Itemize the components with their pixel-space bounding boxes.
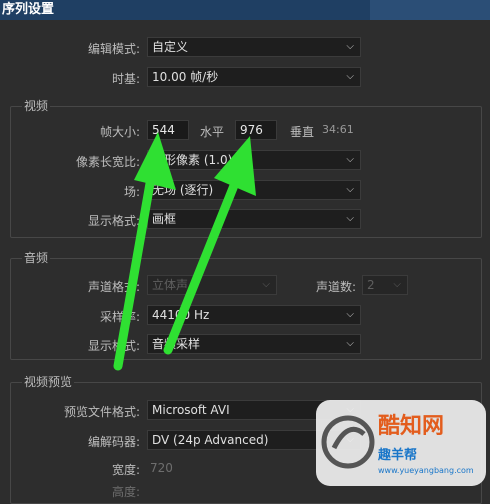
channel-format-value: 立体声: [152, 278, 189, 292]
preview-file-format-label: 预览文件格式:: [63, 405, 140, 419]
channels-select: 2 ⌵: [362, 275, 408, 295]
chevron-down-icon: ⌵: [393, 279, 401, 290]
watermark-url: www.yueyangbang.com: [378, 466, 474, 475]
horizontal-label: 水平: [200, 125, 225, 139]
preview-width-label: 宽度:: [111, 463, 140, 477]
audio-display-format-value: 音频采样: [152, 337, 201, 351]
chevron-down-icon: ⌵: [346, 309, 354, 320]
timebase-select[interactable]: 10.00 帧/秒 ⌵: [147, 67, 361, 87]
channel-format-select: 立体声 ⌵: [147, 275, 277, 295]
watermark: 酷知网 趣羊帮 www.yueyangbang.com: [316, 400, 486, 486]
chevron-down-icon: ⌵: [346, 154, 354, 165]
preview-height-label: 高度:: [111, 485, 140, 499]
chevron-down-icon: ⌵: [346, 71, 354, 82]
aspect-ratio-value: 34:61: [322, 123, 354, 136]
watermark-brand: 酷知网: [378, 414, 445, 439]
fields-value: 无场 (逐行): [152, 183, 214, 197]
timebase-value: 10.00 帧/秒: [152, 70, 219, 84]
channels-label: 声道数:: [315, 280, 356, 294]
sample-rate-select[interactable]: 44100 Hz ⌵: [147, 305, 361, 325]
sample-rate-label: 采样率:: [99, 310, 140, 324]
audio-section-label: 音频: [22, 249, 51, 266]
chevron-down-icon: ⌵: [346, 41, 354, 52]
title-bar-strip: [370, 0, 490, 20]
fields-label: 场:: [123, 185, 140, 199]
frame-height-input[interactable]: 976: [235, 120, 277, 140]
dialog-title-bar: 序列设置: [0, 0, 490, 20]
audio-display-format-select[interactable]: 音频采样 ⌵: [147, 334, 361, 354]
codec-label: 编解码器:: [87, 435, 140, 449]
chevron-down-icon: ⌵: [346, 338, 354, 349]
editing-mode-select[interactable]: 自定义 ⌵: [147, 37, 361, 57]
channel-format-label: 声道格式:: [87, 280, 140, 294]
vertical-label: 垂直: [290, 125, 315, 139]
frame-size-label: 帧大小:: [99, 125, 140, 139]
preview-file-format-value: Microsoft AVI: [152, 403, 230, 417]
video-display-format-value: 画框: [152, 212, 177, 226]
audio-display-format-label: 显示格式:: [87, 339, 140, 353]
chevron-down-icon: ⌵: [262, 279, 270, 290]
frame-width-input[interactable]: 544: [147, 120, 189, 140]
pixel-aspect-label: 像素长宽比:: [75, 155, 140, 169]
preview-width-value: 720: [150, 461, 173, 475]
chevron-down-icon: ⌵: [346, 213, 354, 224]
watermark-site: 趣羊帮: [378, 448, 418, 463]
sample-rate-value: 44100 Hz: [152, 308, 210, 322]
watermark-logo-icon: [321, 415, 375, 469]
dialog-title: 序列设置: [2, 2, 55, 17]
editing-mode-label: 编辑模式:: [87, 42, 140, 56]
video-section-label: 视频: [22, 97, 51, 114]
fields-select[interactable]: 无场 (逐行) ⌵: [147, 180, 361, 200]
video-display-format-label: 显示格式:: [87, 214, 140, 228]
pixel-aspect-select[interactable]: 方形像素 (1.0) ⌵: [147, 150, 361, 170]
video-display-format-select[interactable]: 画框 ⌵: [147, 209, 361, 229]
preview-section-label: 视频预览: [22, 373, 75, 390]
timebase-label: 时基:: [111, 72, 140, 86]
channels-value: 2: [367, 278, 375, 292]
codec-value: DV (24p Advanced): [152, 433, 269, 447]
editing-mode-value: 自定义: [152, 40, 189, 54]
pixel-aspect-value: 方形像素 (1.0): [152, 153, 233, 167]
chevron-down-icon: ⌵: [346, 184, 354, 195]
